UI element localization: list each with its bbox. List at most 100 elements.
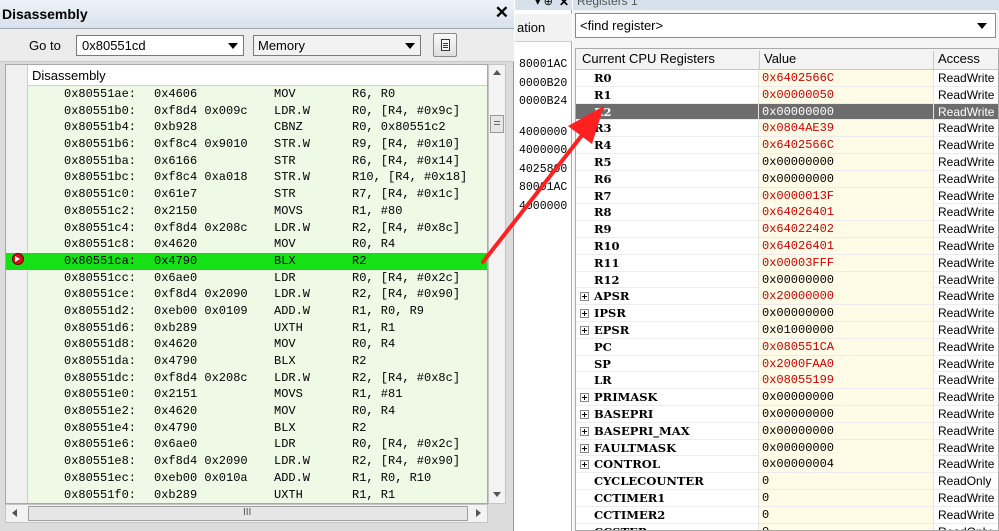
chevron-down-icon[interactable]: [977, 23, 987, 29]
disassembly-row[interactable]: 0x80551b6: 0xf8c4 0x9010 STR.W R9, [R4, #0x…: [6, 136, 487, 153]
register-row-r12[interactable]: R12 0x00000000 ReadWrite: [576, 271, 998, 289]
register-value[interactable]: 0x00000050: [762, 87, 834, 103]
register-row-epsr[interactable]: EPSR 0x01000000 ReadWrite: [576, 321, 998, 339]
chevron-down-icon[interactable]: [228, 43, 238, 49]
current-instruction-row[interactable]: 0x80551ca: 0x4790 BLX R2: [6, 252, 487, 270]
register-value[interactable]: 0x64026401: [762, 204, 834, 220]
register-value[interactable]: 0x0804AE39: [762, 120, 834, 136]
disassembly-row[interactable]: 0x80551cc: 0x6ae0 LDR R0, [R4, #0x2c]: [6, 270, 487, 287]
register-row-r2[interactable]: R2 0x00000000 ReadWrite: [576, 103, 998, 121]
register-value[interactable]: 0x00000000: [762, 406, 834, 422]
register-row-primask[interactable]: PRIMASK 0x00000000 ReadWrite: [576, 389, 998, 407]
register-row-r7[interactable]: R7 0x0000013F ReadWrite: [576, 187, 998, 205]
register-value[interactable]: 0x20000000: [762, 288, 834, 304]
expand-plus-icon[interactable]: [580, 309, 589, 319]
scroll-down-icon[interactable]: [493, 492, 501, 497]
disassembly-row[interactable]: 0x80551b0: 0xf8d4 0x009c LDR.W R0, [R4, #0x…: [6, 103, 487, 120]
column-header-value[interactable]: Value: [759, 51, 796, 70]
scroll-left-icon[interactable]: [12, 509, 17, 517]
register-row-lr[interactable]: LR 0x08055199 ReadWrite: [576, 372, 998, 390]
register-value[interactable]: 0: [762, 524, 769, 530]
register-row-basepri[interactable]: BASEPRI 0x00000000 ReadWrite: [576, 405, 998, 423]
disassembly-row[interactable]: 0x80551c0: 0x61e7 STR R7, [R4, #0x1c]: [6, 186, 487, 203]
register-row-r8[interactable]: R8 0x64026401 ReadWrite: [576, 204, 998, 222]
vertical-scrollbar[interactable]: [488, 64, 506, 504]
expand-plus-icon[interactable]: [580, 426, 589, 436]
goto-address-combo[interactable]: 0x80551cd: [76, 35, 244, 56]
scroll-up-icon[interactable]: [493, 70, 501, 75]
register-value[interactable]: 0x00000000: [762, 104, 834, 120]
column-header-access[interactable]: Access: [933, 51, 980, 70]
register-value[interactable]: 0: [762, 473, 769, 489]
close-icon[interactable]: ✕: [495, 3, 509, 23]
register-row-r11[interactable]: R11 0x00003FFF ReadWrite: [576, 254, 998, 272]
register-value[interactable]: 0x080551CA: [762, 339, 834, 355]
register-row-r9[interactable]: R9 0x64022402 ReadWrite: [576, 221, 998, 239]
register-value[interactable]: 0x00000000: [762, 440, 834, 456]
disassembly-row[interactable]: 0x80551e8: 0xf8d4 0x2090 LDR.W R2, [R4, #0x…: [6, 453, 487, 470]
register-value[interactable]: 0x00003FFF: [762, 255, 834, 271]
register-row-ipsr[interactable]: IPSR 0x00000000 ReadWrite: [576, 305, 998, 323]
register-row-r10[interactable]: R10 0x64026401 ReadWrite: [576, 237, 998, 255]
scroll-thumb[interactable]: III: [28, 506, 468, 521]
register-row-control[interactable]: CONTROL 0x00000004 ReadWrite: [576, 456, 998, 474]
register-row-basepri_max[interactable]: BASEPRI_MAX 0x00000000 ReadWrite: [576, 422, 998, 440]
disassembly-row[interactable]: 0x80551b4: 0xb928 CBNZ R0, 0x80551c2: [6, 119, 487, 136]
register-value[interactable]: 0: [762, 490, 769, 506]
disassembly-list[interactable]: Disassembly 0x80551ae: 0x4606 MOV R6, R0 0x8…: [5, 64, 488, 504]
disassembly-row[interactable]: 0x80551e4: 0x4790 BLX R2: [6, 420, 487, 437]
register-value[interactable]: 0x64022402: [762, 221, 834, 237]
register-row-cyclecounter[interactable]: CYCLECOUNTER 0 ReadOnly: [576, 473, 998, 491]
disassembly-row[interactable]: 0x80551f0: 0xb289 UXTH R1, R1: [6, 487, 487, 504]
disassembly-row[interactable]: 0x80551d6: 0xb289 UXTH R1, R1: [6, 320, 487, 337]
expand-plus-icon[interactable]: [580, 460, 589, 470]
register-row-cctimer1[interactable]: CCTIMER1 0 ReadWrite: [576, 489, 998, 507]
register-value[interactable]: 0x6402566C: [762, 137, 834, 153]
register-value[interactable]: 0x00000000: [762, 171, 834, 187]
register-value[interactable]: 0x2000FAA0: [762, 356, 834, 372]
memory-mode-select[interactable]: Memory: [253, 35, 421, 56]
register-value[interactable]: 0x00000000: [762, 305, 834, 321]
disassembly-row[interactable]: 0x80551ba: 0x6166 STR R6, [R4, #0x14]: [6, 153, 487, 170]
disassembly-row[interactable]: 0x80551c2: 0x2150 MOVS R1, #80: [6, 203, 487, 220]
expand-plus-icon[interactable]: [580, 393, 589, 403]
register-row-ccstep[interactable]: CCSTEP 0 ReadOnly: [576, 523, 998, 530]
register-value[interactable]: 0x08055199: [762, 372, 834, 388]
disassembly-row[interactable]: 0x80551d8: 0x4620 MOV R0, R4: [6, 336, 487, 353]
chevron-down-icon[interactable]: [405, 43, 415, 49]
expand-plus-icon[interactable]: [580, 292, 589, 302]
scroll-right-icon[interactable]: [476, 509, 481, 517]
horizontal-scrollbar[interactable]: III: [5, 504, 488, 523]
disassembly-row[interactable]: 0x80551da: 0x4790 BLX R2: [6, 353, 487, 370]
disassembly-row[interactable]: 0x80551e2: 0x4620 MOV R0, R4: [6, 403, 487, 420]
expand-plus-icon[interactable]: [580, 443, 589, 453]
disassembly-row[interactable]: 0x80551bc: 0xf8c4 0xa018 STR.W R10, [R4, #0…: [6, 169, 487, 186]
register-value[interactable]: 0x6402566C: [762, 70, 834, 86]
disassembly-row[interactable]: 0x80551c4: 0xf8d4 0x208c LDR.W R2, [R4, #0x…: [6, 220, 487, 237]
register-row-sp[interactable]: SP 0x2000FAA0 ReadWrite: [576, 355, 998, 373]
register-value[interactable]: 0x01000000: [762, 322, 834, 338]
register-value[interactable]: 0: [762, 507, 769, 523]
register-row-pc[interactable]: PC 0x080551CA ReadWrite: [576, 338, 998, 356]
disassembly-row[interactable]: 0x80551ce: 0xf8d4 0x2090 LDR.W R2, [R4, #0x…: [6, 286, 487, 303]
register-value[interactable]: 0x0000013F: [762, 188, 834, 204]
disassembly-options-button[interactable]: [433, 33, 457, 57]
register-row-r6[interactable]: R6 0x00000000 ReadWrite: [576, 170, 998, 188]
register-value[interactable]: 0x00000000: [762, 389, 834, 405]
register-row-r4[interactable]: R4 0x6402566C ReadWrite: [576, 137, 998, 155]
register-row-r1[interactable]: R1 0x00000050 ReadWrite: [576, 86, 998, 104]
disassembly-row[interactable]: 0x80551dc: 0xf8d4 0x208c LDR.W R2, [R4, #0x…: [6, 370, 487, 387]
disassembly-row[interactable]: 0x80551e6: 0x6ae0 LDR R0, [R4, #0x2c]: [6, 436, 487, 453]
scroll-thumb[interactable]: [490, 115, 504, 133]
register-row-faultmask[interactable]: FAULTMASK 0x00000000 ReadWrite: [576, 439, 998, 457]
register-value[interactable]: 0x00000000: [762, 154, 834, 170]
register-row-apsr[interactable]: APSR 0x20000000 ReadWrite: [576, 288, 998, 306]
expand-plus-icon[interactable]: [580, 409, 589, 419]
register-value[interactable]: 0x64026401: [762, 238, 834, 254]
column-header-name[interactable]: Current CPU Registers: [582, 51, 715, 66]
find-register-combo[interactable]: <find register>: [575, 13, 996, 38]
registers-grid[interactable]: Current CPU Registers Value Access R0 0x6…: [575, 48, 999, 531]
pin-icon[interactable]: ▾ ⊕: [535, 0, 553, 8]
register-row-cctimer2[interactable]: CCTIMER2 0 ReadWrite: [576, 506, 998, 524]
disassembly-row[interactable]: 0x80551ec: 0xeb00 0x010a ADD.W R1, R0, R10: [6, 470, 487, 487]
